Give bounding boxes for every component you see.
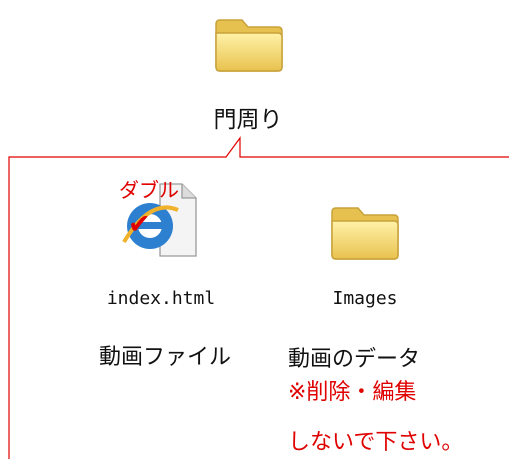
check-mark-icon: ✔ (128, 209, 151, 240)
subfolder-name-label: Images (332, 288, 398, 309)
file-description: 動画ファイル (98, 345, 231, 370)
folder-icon[interactable] (328, 196, 402, 262)
double-click-annotation: ダブル (119, 178, 179, 202)
root-folder-label: 門周り (213, 107, 283, 133)
warning-line-2: しないで下さい。 (288, 430, 464, 455)
file-name-label: index.html (106, 288, 216, 309)
subfolder-description: 動画のデータ (288, 347, 421, 372)
warning-line-1: ※削除・編集 (288, 380, 417, 405)
folder-icon[interactable] (212, 8, 286, 74)
